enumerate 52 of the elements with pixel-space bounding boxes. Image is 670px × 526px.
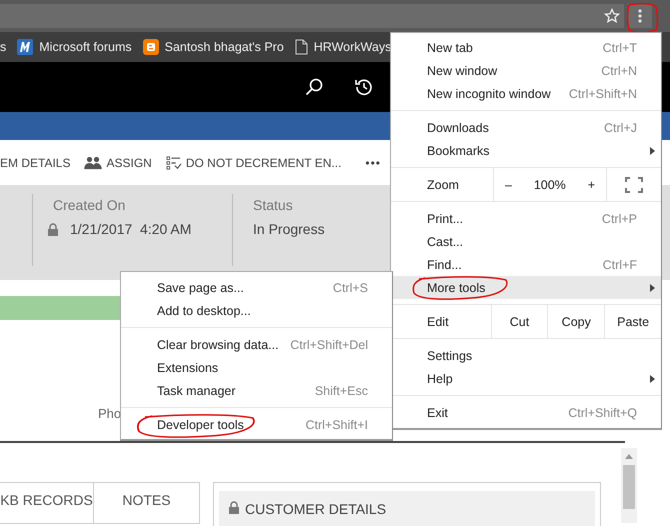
zoom-out-button[interactable]: – (504, 178, 512, 192)
command-button[interactable]: ••• (365, 156, 382, 170)
search-icon[interactable] (305, 78, 323, 96)
section-title: CUSTOMER DETAILS (245, 501, 386, 517)
blogger-icon (142, 39, 159, 55)
menu-item[interactable]: Settings (391, 344, 661, 367)
scroll-up-icon[interactable] (625, 454, 633, 459)
checklist-icon (166, 156, 182, 170)
people-icon (84, 156, 102, 170)
field-label: Created On (53, 197, 126, 213)
menu-item[interactable]: Extensions (121, 356, 392, 379)
menu-item[interactable]: Task manager Shift+Esc (121, 379, 392, 402)
menu-item[interactable]: Print... Ctrl+P (391, 207, 661, 230)
bookmark[interactable]: Microsoft forums (17, 39, 132, 55)
bookmark[interactable]: s (0, 40, 6, 54)
field-label: Pho (98, 406, 122, 421)
menu-item[interactable]: Save page as... Ctrl+S (121, 276, 392, 299)
menu-item[interactable]: Clear browsing data... Ctrl+Shift+Del (121, 333, 392, 356)
menu-item[interactable]: Downloads Ctrl+J (391, 116, 661, 139)
menu-button[interactable] (628, 4, 652, 28)
menu-item[interactable]: New incognito window Ctrl+Shift+N (391, 82, 661, 105)
bookmark[interactable]: HRWorkWays (294, 39, 392, 55)
menu-item[interactable]: Add to desktop... (121, 299, 392, 322)
zoom-level: 100% (534, 178, 566, 192)
command-button[interactable]: DO NOT DECREMENT EN... (166, 156, 342, 170)
scrollbar[interactable] (621, 448, 637, 523)
menu-item[interactable]: Find... Ctrl+F (391, 253, 661, 276)
field-value: In Progress (253, 221, 325, 237)
command-button[interactable]: ASSIGN (84, 156, 152, 170)
menu-item[interactable]: Cast... (391, 230, 661, 253)
menu-item[interactable]: New tab Ctrl+T (391, 36, 661, 59)
tab[interactable]: KB RECORDS (0, 483, 94, 523)
menu-label: Edit (426, 314, 450, 328)
fullscreen-icon[interactable] (625, 176, 643, 192)
menu-label: Zoom (426, 178, 460, 192)
m-logo-icon (17, 39, 34, 55)
menu-item[interactable]: Help (391, 367, 661, 390)
menu-item[interactable]: New window Ctrl+N (391, 59, 661, 82)
bookmark[interactable]: Santosh bhagat's Pro (142, 39, 284, 55)
star-icon[interactable] (604, 8, 620, 24)
more-icon (638, 9, 642, 23)
page-icon (294, 39, 308, 55)
command-button[interactable]: EM DETAILS (0, 156, 70, 170)
history-icon[interactable] (355, 78, 373, 96)
field-label: Status (253, 197, 294, 213)
field-value: 1/21/2017 4:20 AM (70, 221, 192, 237)
menu-item[interactable]: Developer tools Ctrl+Shift+I (121, 413, 392, 436)
menu-item[interactable]: Bookmarks (391, 139, 661, 162)
menu-item[interactable]: Exit Ctrl+Shift+Q (391, 401, 661, 424)
menu-item[interactable]: More tools (391, 276, 661, 299)
zoom-in-button[interactable]: + (588, 178, 596, 192)
tab[interactable]: NOTES (94, 483, 199, 523)
